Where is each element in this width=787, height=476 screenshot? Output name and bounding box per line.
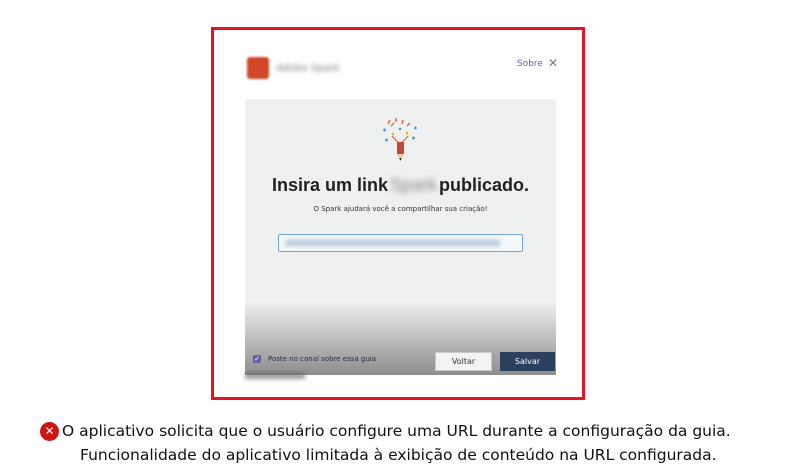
content-panel: Insira um link Spark publicado. O Spark aj… [245, 99, 556, 375]
blurred-brand-word: Spark [390, 175, 438, 195]
url-value-blurred [285, 240, 500, 246]
dialog-headline: Insira um link Spark publicado. [245, 175, 556, 196]
error-x-icon: ✕ [40, 422, 59, 441]
save-button[interactable]: Salvar [500, 352, 555, 371]
back-button[interactable]: Voltar [435, 352, 492, 371]
bottom-blurred-text [245, 373, 305, 379]
post-to-channel-label: Poste no canal sobre essa guia [268, 355, 377, 363]
app-logo [247, 57, 269, 79]
app-name-blurred: Adobe Spark [276, 63, 340, 74]
celebration-pencil-icon [383, 118, 417, 161]
caption: ✕ O aplicativo solicita que o usuário con… [40, 419, 780, 467]
close-icon[interactable]: ✕ [548, 56, 558, 70]
about-link[interactable]: Sobre [517, 59, 543, 69]
caption-line1: O aplicativo solicita que o usuário conf… [62, 422, 731, 440]
headline-end: publicado. [439, 175, 530, 195]
headline-start: Insira um link [271, 175, 388, 195]
caption-line2: Funcionalidade do aplicativo limitada à … [80, 446, 717, 464]
post-to-channel-checkbox[interactable]: ✓ [253, 355, 261, 363]
url-input[interactable] [278, 234, 523, 252]
example-screenshot-frame: Adobe Spark Sobre ✕ Insira um link Spark p… [211, 27, 585, 400]
dialog-subtitle: O Spark ajudará você a compartilhar sua … [313, 205, 488, 213]
